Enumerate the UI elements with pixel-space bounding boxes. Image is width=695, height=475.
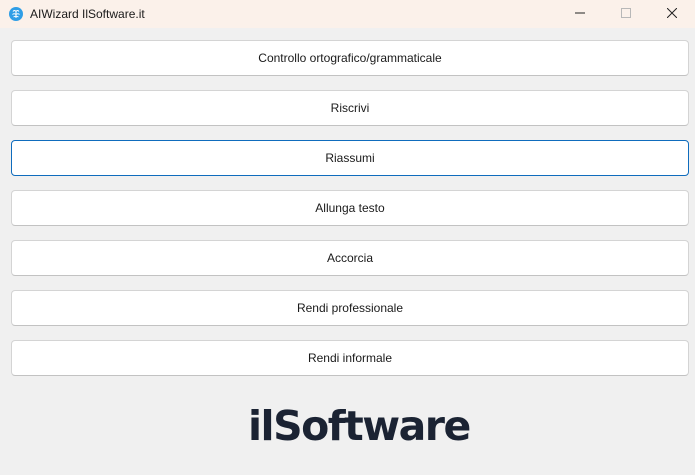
make-informal-button[interactable]: Rendi informale [11,340,689,376]
close-button[interactable] [649,0,695,28]
spell-grammar-check-button[interactable]: Controllo ortografico/grammaticale [11,40,689,76]
shorten-button[interactable]: Accorcia [11,240,689,276]
minimize-icon [575,5,585,23]
make-professional-button[interactable]: Rendi professionale [11,290,689,326]
minimize-button[interactable] [557,0,603,28]
brain-icon [8,6,24,22]
maximize-button[interactable] [603,0,649,28]
action-button-list: Controllo ortografico/grammaticale Riscr… [11,40,689,390]
rewrite-button[interactable]: Riscrivi [11,90,689,126]
window-title: AIWizard IlSoftware.it [30,7,145,21]
app-window: AIWizard IlSoftware.it Controllo ortogra… [0,0,695,475]
lengthen-text-button[interactable]: Allunga testo [11,190,689,226]
maximize-icon [621,5,631,23]
close-icon [666,5,678,23]
title-bar[interactable]: AIWizard IlSoftware.it [0,0,695,28]
window-controls [557,0,695,28]
ilsoftware-logo: ilSoftware [248,402,471,450]
summarize-button[interactable]: Riassumi [11,140,689,176]
